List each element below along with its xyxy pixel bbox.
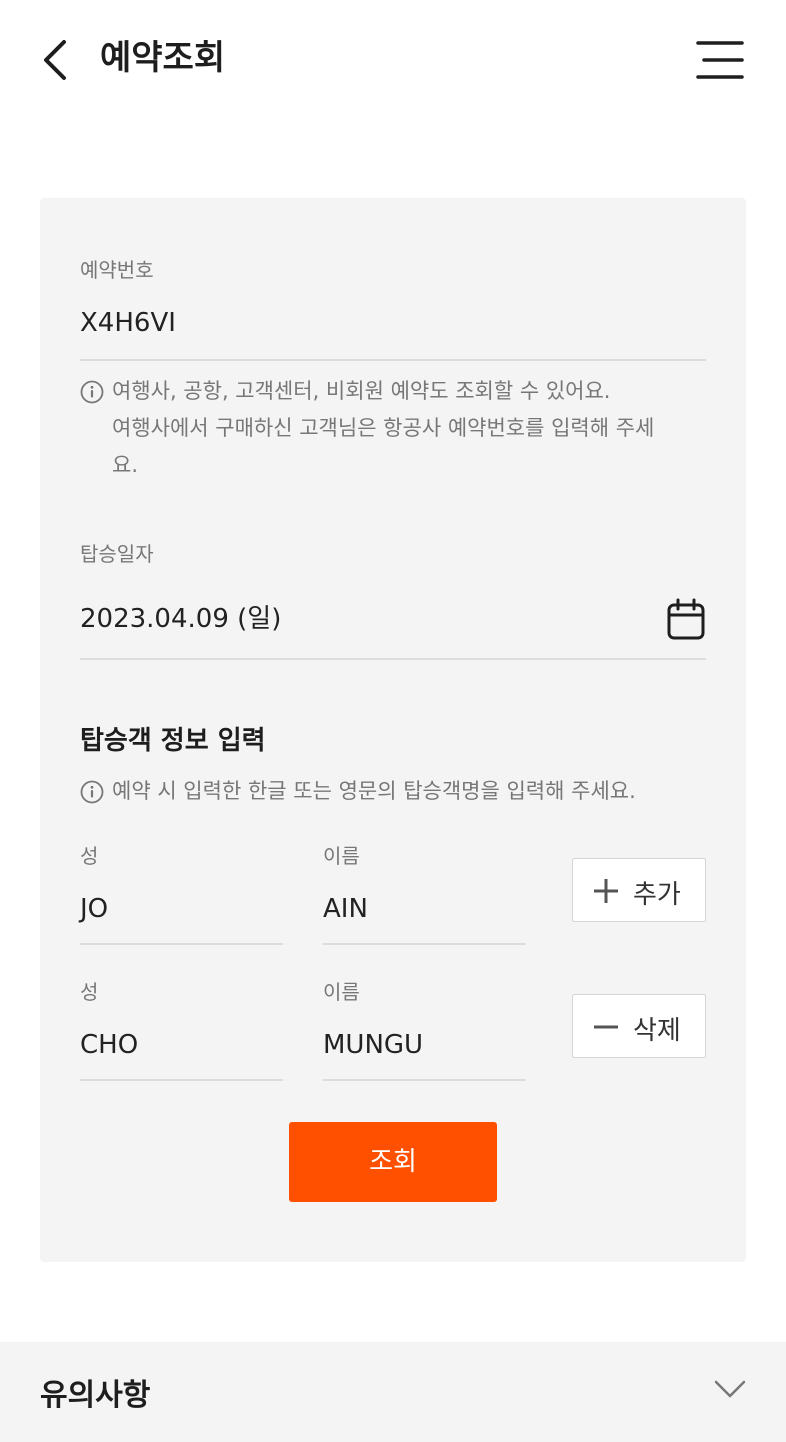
add-passenger-label: 추가 (633, 880, 681, 910)
booking-info-line-1: 여행사, 공항, 고객센터, 비회원 예약도 조회할 수 있어요. (112, 379, 611, 403)
calendar-button[interactable] (666, 598, 706, 642)
minus-icon (594, 1025, 618, 1029)
notice-title: 유의사항 (40, 1378, 151, 1413)
booking-number-label: 예약번호 (80, 258, 154, 282)
passenger-section-title: 탑승객 정보 입력 (80, 726, 266, 756)
chevron-down-icon (714, 1380, 746, 1398)
calendar-icon (667, 598, 705, 640)
last-name-label: 성 (80, 980, 99, 1004)
info-icon (80, 380, 104, 404)
first-name-label: 이름 (323, 980, 360, 1004)
last-name-label: 성 (80, 844, 99, 868)
remove-passenger-label: 삭제 (633, 1016, 681, 1046)
chevron-left-icon (44, 40, 66, 80)
last-name-input[interactable]: JO (80, 894, 108, 924)
app-header: 예약조회 (0, 0, 786, 120)
boarding-date-input[interactable]: 2023.04.09 (일) (80, 598, 281, 635)
reservation-lookup-page: 예약조회 예약번호 X4H6VI 여행사, 공항, 고객센터, 비회원 예약도 … (0, 0, 786, 1442)
remove-passenger-button[interactable]: 삭제 (572, 994, 706, 1058)
lookup-form-card: 예약번호 X4H6VI 여행사, 공항, 고객센터, 비회원 예약도 조회할 수… (40, 198, 746, 1262)
booking-info-line-3: 요. (112, 453, 138, 477)
booking-number-underline (80, 359, 706, 361)
info-icon (80, 780, 104, 804)
last-name-input[interactable]: CHO (80, 1030, 138, 1060)
plus-icon (594, 879, 618, 903)
first-name-input[interactable]: MUNGU (323, 1030, 423, 1060)
add-passenger-button[interactable]: 추가 (572, 858, 706, 922)
first-name-label: 이름 (323, 844, 360, 868)
menu-button[interactable] (694, 36, 746, 84)
boarding-date-underline (80, 658, 706, 660)
notice-accordion[interactable]: 유의사항 (0, 1342, 786, 1442)
booking-info-line-2: 여행사에서 구매하신 고객님은 항공사 예약번호를 입력해 주세 (112, 416, 655, 440)
boarding-date-label: 탑승일자 (80, 542, 154, 566)
booking-number-input[interactable]: X4H6VI (80, 308, 176, 338)
last-name-underline (80, 943, 283, 945)
last-name-underline (80, 1079, 283, 1081)
passenger-info-text: 예약 시 입력한 한글 또는 영문의 탑승객명을 입력해 주세요. (112, 779, 636, 803)
hamburger-menu-icon (696, 41, 744, 79)
search-button[interactable]: 조회 (289, 1122, 497, 1202)
first-name-input[interactable]: AIN (323, 894, 368, 924)
page-title: 예약조회 (100, 38, 226, 78)
back-button[interactable] (36, 36, 80, 84)
first-name-underline (323, 943, 526, 945)
first-name-underline (323, 1079, 526, 1081)
